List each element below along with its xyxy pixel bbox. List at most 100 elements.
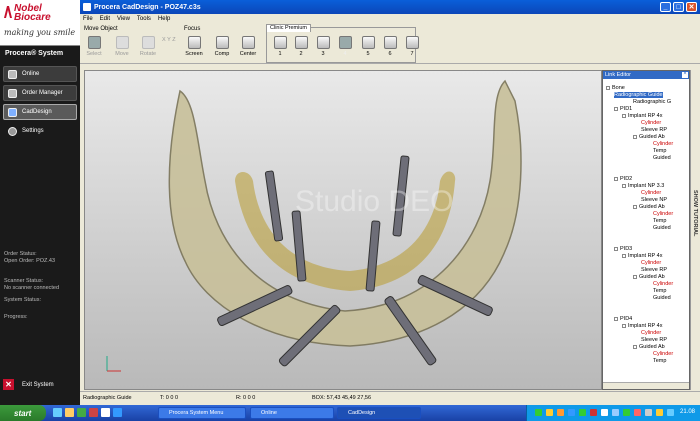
rotate-button[interactable]: Rotate	[138, 36, 158, 57]
3d-viewport[interactable]: Studio DEO	[84, 70, 602, 390]
tray-icon[interactable]	[656, 409, 663, 416]
focus-center-button[interactable]: Center	[238, 36, 258, 57]
tray-icon[interactable]	[557, 409, 564, 416]
clinic-premium-tab[interactable]: Clinic Premium	[266, 24, 311, 32]
clinic-button-7[interactable]: 7	[402, 36, 422, 57]
tree-node[interactable]: Temp	[653, 218, 666, 224]
move-button[interactable]: Move	[112, 36, 132, 57]
minimize-button[interactable]: _	[660, 2, 671, 12]
tree-node[interactable]: Temp	[653, 288, 666, 294]
clinic-button-label: 4	[343, 51, 347, 57]
tree-node-radiographic-guide[interactable]: Radiographic Guide	[614, 92, 663, 98]
tree-node[interactable]: Implant RP 4x	[622, 253, 662, 259]
sidebar-item-online[interactable]: Online	[3, 66, 77, 82]
clinic-button-3[interactable]: 3	[313, 36, 333, 57]
tree-node[interactable]: Guided Ab	[633, 134, 665, 140]
tray-icon[interactable]	[546, 409, 553, 416]
menu-view[interactable]: View	[117, 16, 130, 22]
taskbar-task-procera-menu[interactable]: Procera System Menu	[158, 407, 246, 419]
tree-node[interactable]: Cylinder	[641, 190, 661, 196]
sidebar-item-caddesign[interactable]: CadDesign	[3, 104, 77, 120]
tree-node[interactable]: Temp	[653, 148, 666, 154]
tree-node[interactable]: Guided	[653, 225, 671, 231]
tray-icon[interactable]	[645, 409, 652, 416]
maximize-button[interactable]: □	[673, 2, 684, 12]
tree-node[interactable]: Sleeve RP	[641, 267, 667, 273]
tray-icon[interactable]	[579, 409, 586, 416]
tree-node[interactable]: Implant RP 4x	[622, 323, 662, 329]
menubar: File Edit View Tools Help	[80, 14, 700, 24]
clinic-button-4[interactable]: 4	[335, 36, 355, 57]
clinic-button-5[interactable]: 5	[358, 36, 378, 57]
show-tutorial-tab[interactable]: SHOW TUTORIAL	[690, 70, 700, 390]
tree-node-pid1[interactable]: PID1	[614, 106, 632, 112]
tree-node[interactable]: Cylinder	[641, 260, 661, 266]
menu-help[interactable]: Help	[158, 16, 170, 22]
link-editor-close-icon[interactable]: ×	[682, 71, 688, 78]
focus-screen-button[interactable]: Screen	[184, 36, 204, 57]
quicklaunch-app-icon[interactable]	[113, 408, 122, 417]
close-button[interactable]: ✕	[686, 2, 697, 12]
sidebar-item-order-manager[interactable]: Order Manager	[3, 85, 77, 101]
tree-node[interactable]: Cylinder	[641, 120, 661, 126]
menu-edit[interactable]: Edit	[100, 16, 110, 22]
tray-icon[interactable]	[623, 409, 630, 416]
menu-file[interactable]: File	[83, 16, 93, 22]
clinic-button-6[interactable]: 6	[380, 36, 400, 57]
tree-node[interactable]: Cylinder	[653, 351, 673, 357]
tree-node[interactable]: Cylinder	[641, 330, 661, 336]
rotate-icon	[141, 36, 155, 49]
tree-node[interactable]: Sleeve RP	[641, 337, 667, 343]
tray-icon[interactable]	[667, 409, 674, 416]
tree-node[interactable]: Guided	[653, 155, 671, 161]
clinic-button-label: 7	[410, 51, 414, 57]
tree-node[interactable]: Radiographic G	[633, 99, 671, 105]
caddesign-window: Procera CadDesign - POZ47.c3s _ □ ✕ File…	[80, 0, 700, 405]
link-editor-hscrollbar[interactable]	[603, 382, 689, 389]
tray-icon[interactable]	[535, 409, 542, 416]
tray-icon[interactable]	[590, 409, 597, 416]
quicklaunch-app-icon[interactable]	[77, 408, 86, 417]
window-titlebar[interactable]: Procera CadDesign - POZ47.c3s _ □ ✕	[80, 0, 700, 14]
focus-comp-button[interactable]: Comp	[212, 36, 232, 57]
tree-node[interactable]: Guided Ab	[633, 344, 665, 350]
tray-icon[interactable]	[601, 409, 608, 416]
quicklaunch-folder-icon[interactable]	[65, 408, 74, 417]
tree-node[interactable]: Guided Ab	[633, 204, 665, 210]
tree-node[interactable]: Guided Ab	[633, 274, 665, 280]
tree-node-pid2[interactable]: PID2	[614, 176, 632, 182]
tree-node[interactable]: Temp	[653, 358, 666, 364]
tree-node[interactable]: Guided	[653, 295, 671, 301]
quicklaunch-app-icon[interactable]	[101, 408, 110, 417]
tree-node-pid4[interactable]: PID4	[614, 316, 632, 322]
tree-node-bone[interactable]: Bone	[606, 85, 625, 91]
collapse-icon	[622, 113, 626, 118]
tree-node-pid3[interactable]: PID3	[614, 246, 632, 252]
clinic-button-2[interactable]: 2	[291, 36, 311, 57]
collapse-icon	[614, 316, 618, 321]
tree-node[interactable]: Cylinder	[653, 281, 673, 287]
tree-node[interactable]: Implant RP 4x	[622, 113, 662, 119]
menu-tools[interactable]: Tools	[137, 16, 151, 22]
exit-system-button[interactable]: ✕ Exit System	[3, 379, 54, 390]
tree-node[interactable]: Cylinder	[653, 211, 673, 217]
clinic-button-1[interactable]: 1	[270, 36, 290, 57]
clock[interactable]: 21.08	[680, 409, 695, 415]
start-button[interactable]: start	[0, 405, 46, 421]
sidebar-item-label: Settings	[22, 128, 44, 134]
statusbar: Radiographic Guide T: 0 0 0 R: 0 0 0 BOX…	[80, 391, 700, 403]
quicklaunch-ie-icon[interactable]	[53, 408, 62, 417]
tree-node[interactable]: Implant NP 3.3	[622, 183, 664, 189]
tree-node[interactable]: Cylinder	[653, 141, 673, 147]
link-editor-tree[interactable]: Bone Radiographic Guide Radiographic G P…	[603, 81, 687, 381]
quicklaunch-app-icon[interactable]	[89, 408, 98, 417]
select-button[interactable]: Select	[84, 36, 104, 57]
tray-icon[interactable]	[612, 409, 619, 416]
taskbar-task-online[interactable]: Online	[250, 407, 334, 419]
taskbar-task-caddesign[interactable]: CadDesign	[337, 407, 421, 419]
tray-icon[interactable]	[634, 409, 641, 416]
tree-node[interactable]: Sleeve NP	[641, 197, 667, 203]
tree-node[interactable]: Sleeve RP	[641, 127, 667, 133]
sidebar-item-settings[interactable]: Settings	[3, 123, 77, 139]
tray-icon[interactable]	[568, 409, 575, 416]
